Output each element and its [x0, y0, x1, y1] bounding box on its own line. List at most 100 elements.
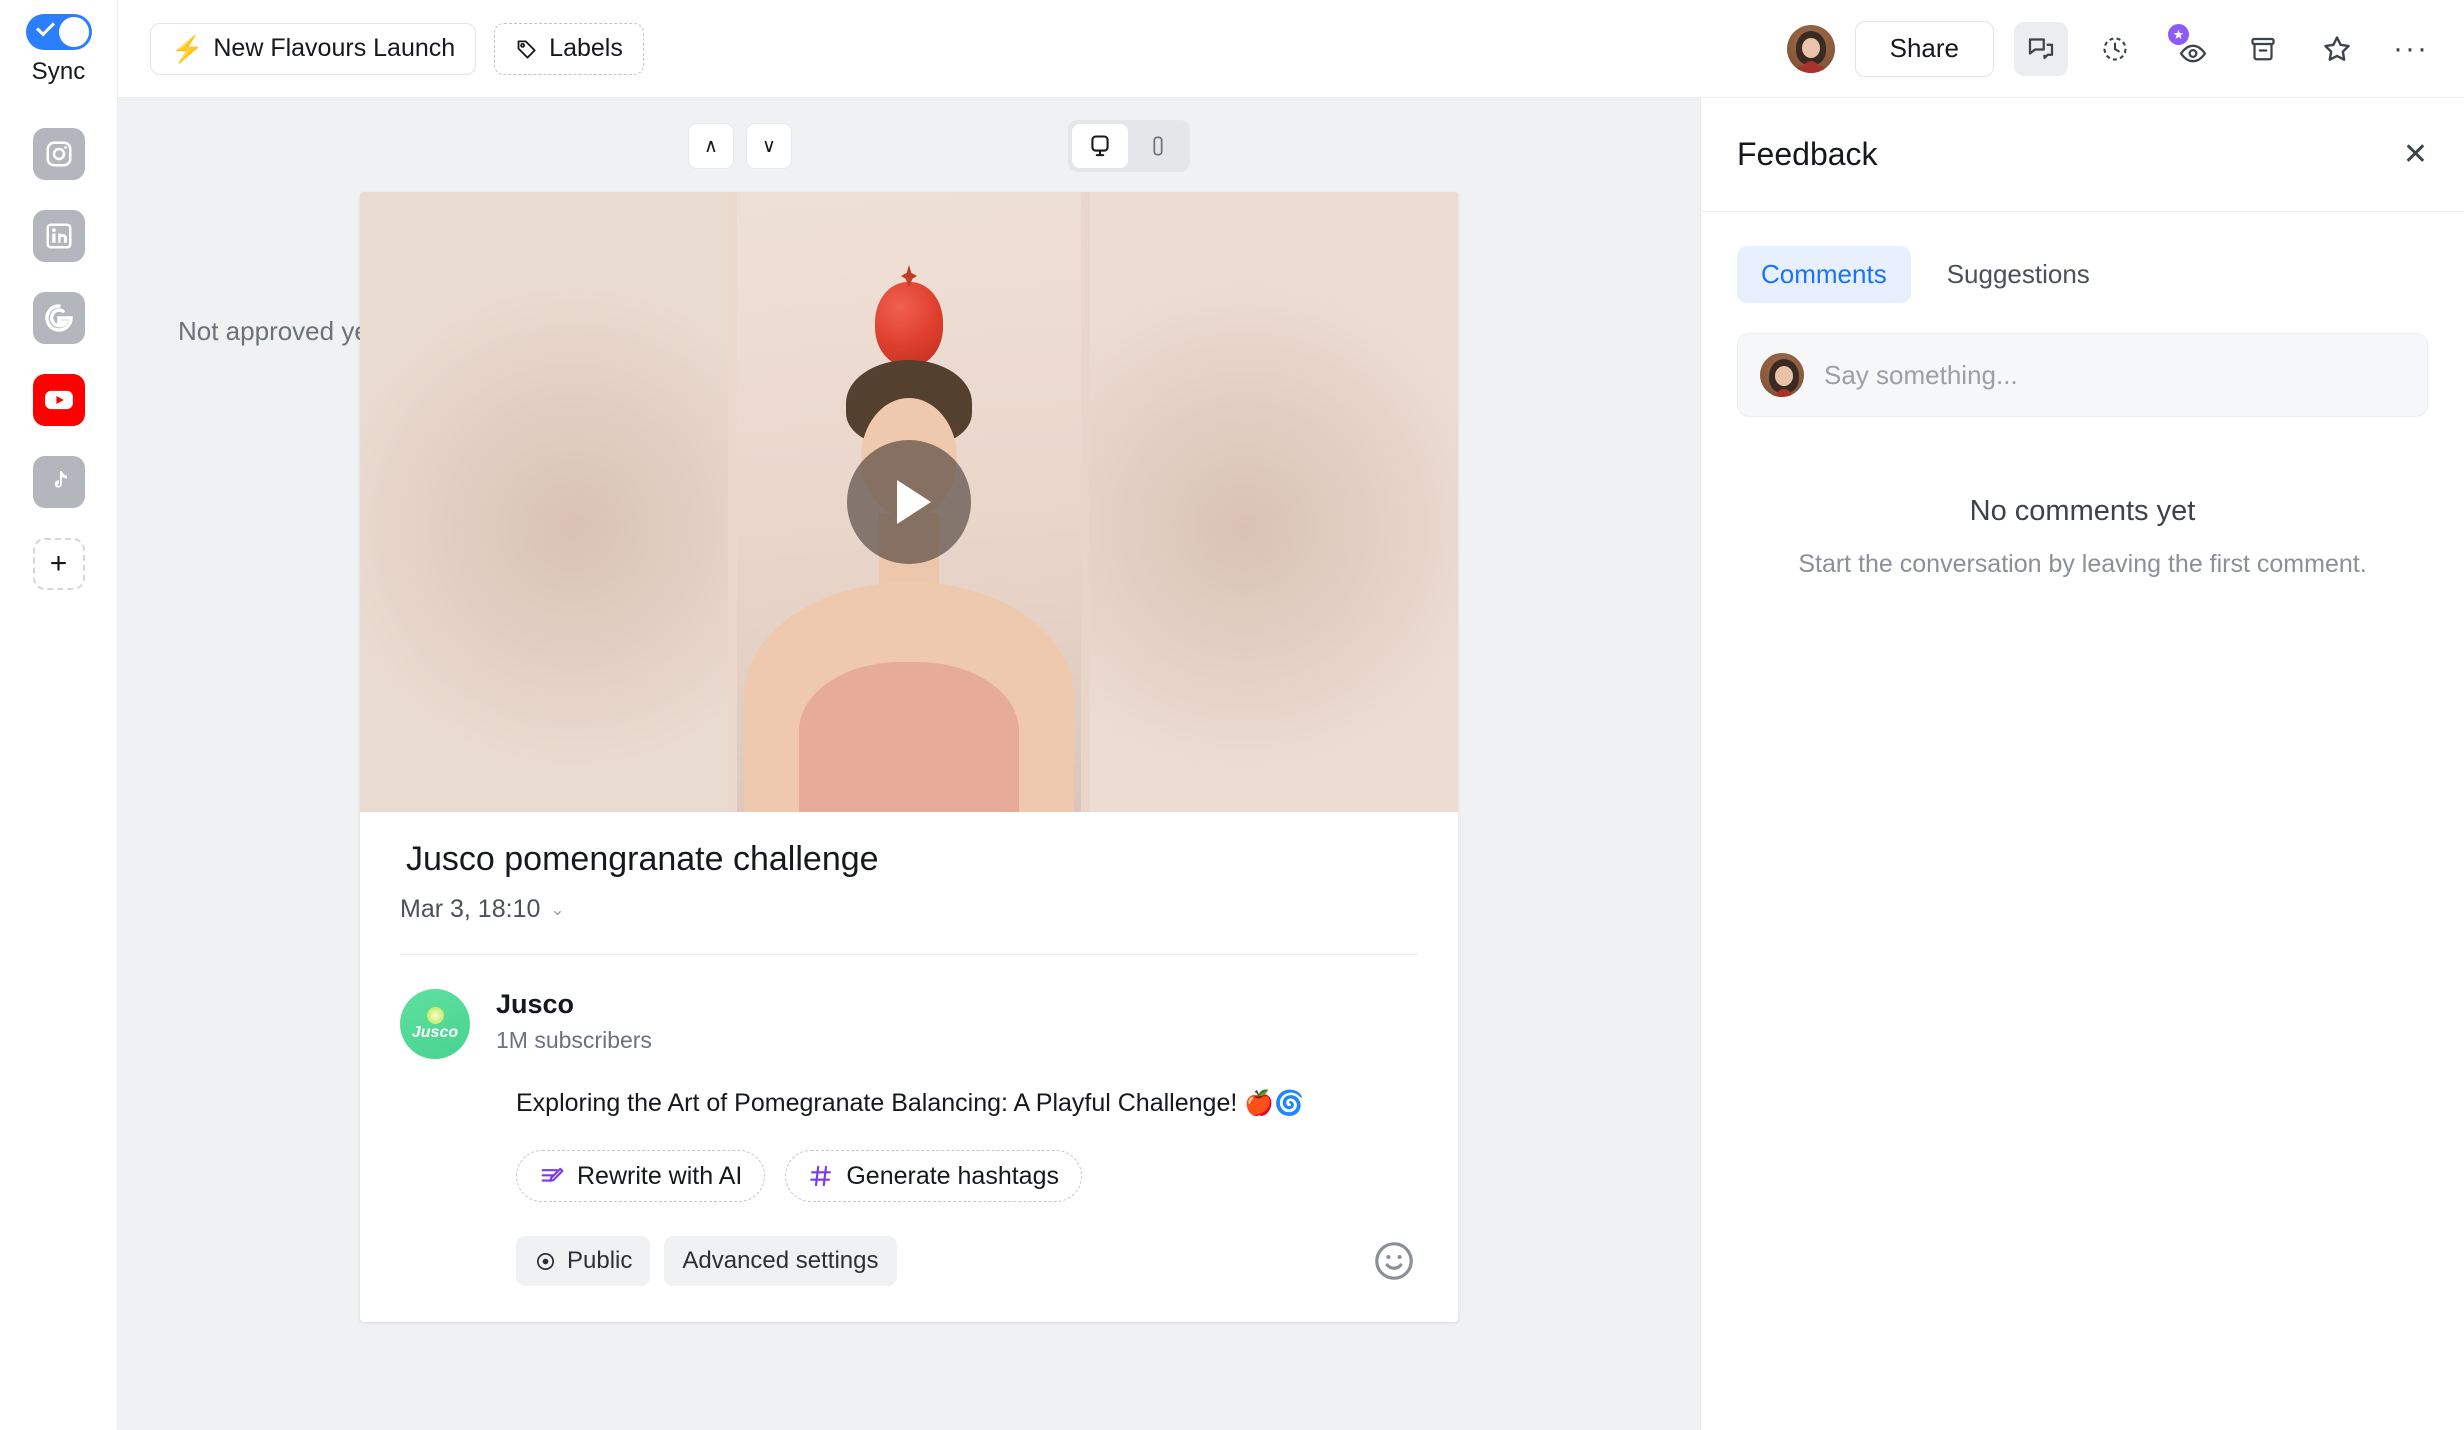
emoji-picker-button[interactable] [1370, 1237, 1418, 1285]
comment-input-placeholder: Say something... [1824, 359, 2018, 390]
labels-button[interactable]: Labels [494, 22, 644, 75]
sync-block: Sync [25, 14, 92, 86]
sidebar-item-google[interactable] [32, 292, 85, 344]
comment-composer[interactable]: Say something... [1737, 333, 2428, 417]
google-icon [44, 304, 73, 332]
mobile-icon [1153, 136, 1163, 156]
feedback-tabs: Comments Suggestions [1701, 212, 2464, 303]
post-title[interactable]: Jusco pomengranate challenge [400, 840, 1418, 879]
sync-label: Sync [31, 58, 86, 85]
history-clock-icon [2103, 36, 2127, 61]
star-badge-icon: ★ [2168, 23, 2189, 45]
app-root: Sync + ⚡ New Flavours Launch Labels Shar… [0, 0, 2464, 1430]
tab-comments[interactable]: Comments [1737, 246, 1911, 303]
post-date: Mar 3, 18:10 [400, 895, 541, 923]
top-toolbar: ⚡ New Flavours Launch Labels Share ★ ··· [118, 0, 2464, 98]
feedback-header: Feedback ✕ [1701, 98, 2464, 212]
citrus-icon [426, 1007, 444, 1024]
tiktok-icon [54, 471, 67, 488]
empty-state-subtitle: Start the conversation by leaving the fi… [1798, 550, 2367, 578]
main-column: ⚡ New Flavours Launch Labels Share ★ ···… [118, 0, 2464, 1430]
video-preview[interactable] [360, 192, 1458, 812]
channel-row: Jusco Jusco 1M subscribers [400, 989, 1418, 1059]
sidebar-item-instagram[interactable] [32, 128, 85, 180]
lightning-icon: ⚡ [171, 33, 204, 64]
sidebar-item-tiktok[interactable] [32, 456, 85, 508]
workspace: ∧ ∨ Not approved yet Jusco pomengranate … [118, 98, 2464, 1430]
channel-avatar-text: Jusco [411, 1024, 459, 1041]
device-preview-toggle [1068, 120, 1190, 172]
post-description: Exploring the Art of Pomegranate Balanci… [516, 1089, 1238, 1117]
feedback-panel: Feedback ✕ Comments Suggestions Say some… [1700, 98, 2464, 1430]
hashtag-icon [808, 1163, 834, 1189]
top-shape [799, 662, 1019, 812]
post-canvas: ∧ ∨ Not approved yet Jusco pomengranate … [118, 98, 1700, 1430]
share-button[interactable]: Share [1854, 20, 1994, 77]
campaign-button[interactable]: ⚡ New Flavours Launch [150, 22, 477, 75]
channel-rail: Sync + [0, 0, 118, 1430]
rewrite-with-ai-button[interactable]: Rewrite with AI [516, 1150, 766, 1202]
desktop-preview-button[interactable] [1072, 124, 1128, 168]
post-preview-card: Jusco pomengranate challenge Mar 3, 18:1… [360, 192, 1458, 1322]
top-toolbar-actions: Share ★ ··· [1786, 20, 2438, 77]
smiley-icon [1375, 1242, 1413, 1280]
play-icon [897, 480, 931, 524]
preview-button[interactable]: ★ [2162, 22, 2216, 76]
play-button[interactable] [847, 440, 971, 564]
channel-info: Jusco 1M subscribers [496, 989, 652, 1054]
history-button[interactable] [2088, 22, 2142, 76]
generate-hashtags-button[interactable]: Generate hashtags [785, 1150, 1082, 1202]
more-options-icon: ··· [2393, 31, 2429, 65]
pomegranate-prop [875, 282, 943, 366]
eye-icon [536, 1252, 555, 1270]
generate-hashtags-label: Generate hashtags [846, 1161, 1059, 1190]
advanced-settings-button[interactable]: Advanced settings [664, 1236, 897, 1286]
previous-post-button[interactable]: ∧ [688, 123, 734, 169]
post-description-row[interactable]: Exploring the Art of Pomegranate Balanci… [516, 1089, 1418, 1118]
ai-actions: Rewrite with AI Generate hashtags [516, 1150, 1418, 1202]
close-icon[interactable]: ✕ [2403, 139, 2428, 170]
preview-toolbar: ∧ ∨ [118, 120, 1700, 172]
rewrite-ai-icon [539, 1163, 565, 1189]
more-options-button[interactable]: ··· [2384, 22, 2438, 76]
comments-icon [2028, 37, 2054, 59]
toggle-knob [58, 17, 89, 47]
archive-icon [2251, 37, 2275, 60]
channel-avatar: Jusco [400, 989, 470, 1059]
plus-icon: + [49, 547, 68, 580]
user-avatar[interactable] [1786, 24, 1835, 73]
visibility-label: Public [567, 1247, 633, 1274]
chevron-down-icon: ⌄ [550, 899, 565, 919]
sidebar-item-linkedin[interactable] [32, 210, 85, 262]
post-nav-buttons: ∧ ∨ [688, 123, 792, 169]
youtube-icon [44, 390, 73, 410]
tag-icon [517, 40, 536, 58]
star-icon [2324, 35, 2350, 61]
archive-button[interactable] [2236, 22, 2290, 76]
empty-state-title: No comments yet [1969, 495, 2196, 527]
sidebar-item-youtube[interactable] [32, 374, 85, 426]
campaign-label: New Flavours Launch [213, 34, 456, 62]
post-date-row[interactable]: Mar 3, 18:10 ⌄ [400, 895, 1418, 955]
next-post-button[interactable]: ∨ [746, 123, 792, 169]
desktop-icon [1091, 135, 1109, 157]
visibility-button[interactable]: Public [516, 1236, 651, 1286]
tab-suggestions[interactable]: Suggestions [1923, 246, 2114, 303]
favorite-button[interactable] [2310, 22, 2364, 76]
rewrite-with-ai-label: Rewrite with AI [577, 1161, 743, 1190]
linkedin-icon [46, 223, 71, 249]
sync-toggle[interactable] [25, 14, 92, 50]
comments-toggle-button[interactable] [2014, 21, 2068, 76]
comments-empty-state: No comments yet Start the conversation b… [1701, 495, 2464, 579]
instagram-icon [46, 141, 71, 167]
mobile-preview-button[interactable] [1130, 124, 1186, 168]
feedback-title: Feedback [1737, 136, 1878, 172]
check-icon [35, 17, 55, 37]
post-body: Jusco pomengranate challenge Mar 3, 18:1… [360, 812, 1458, 1322]
description-emojis: 🍎🌀 [1244, 1090, 1305, 1117]
add-channel-button[interactable]: + [32, 538, 85, 590]
post-meta-row: Public Advanced settings [516, 1236, 1418, 1286]
labels-label: Labels [549, 34, 623, 62]
composer-avatar [1760, 353, 1804, 397]
channel-subscribers: 1M subscribers [496, 1027, 652, 1053]
